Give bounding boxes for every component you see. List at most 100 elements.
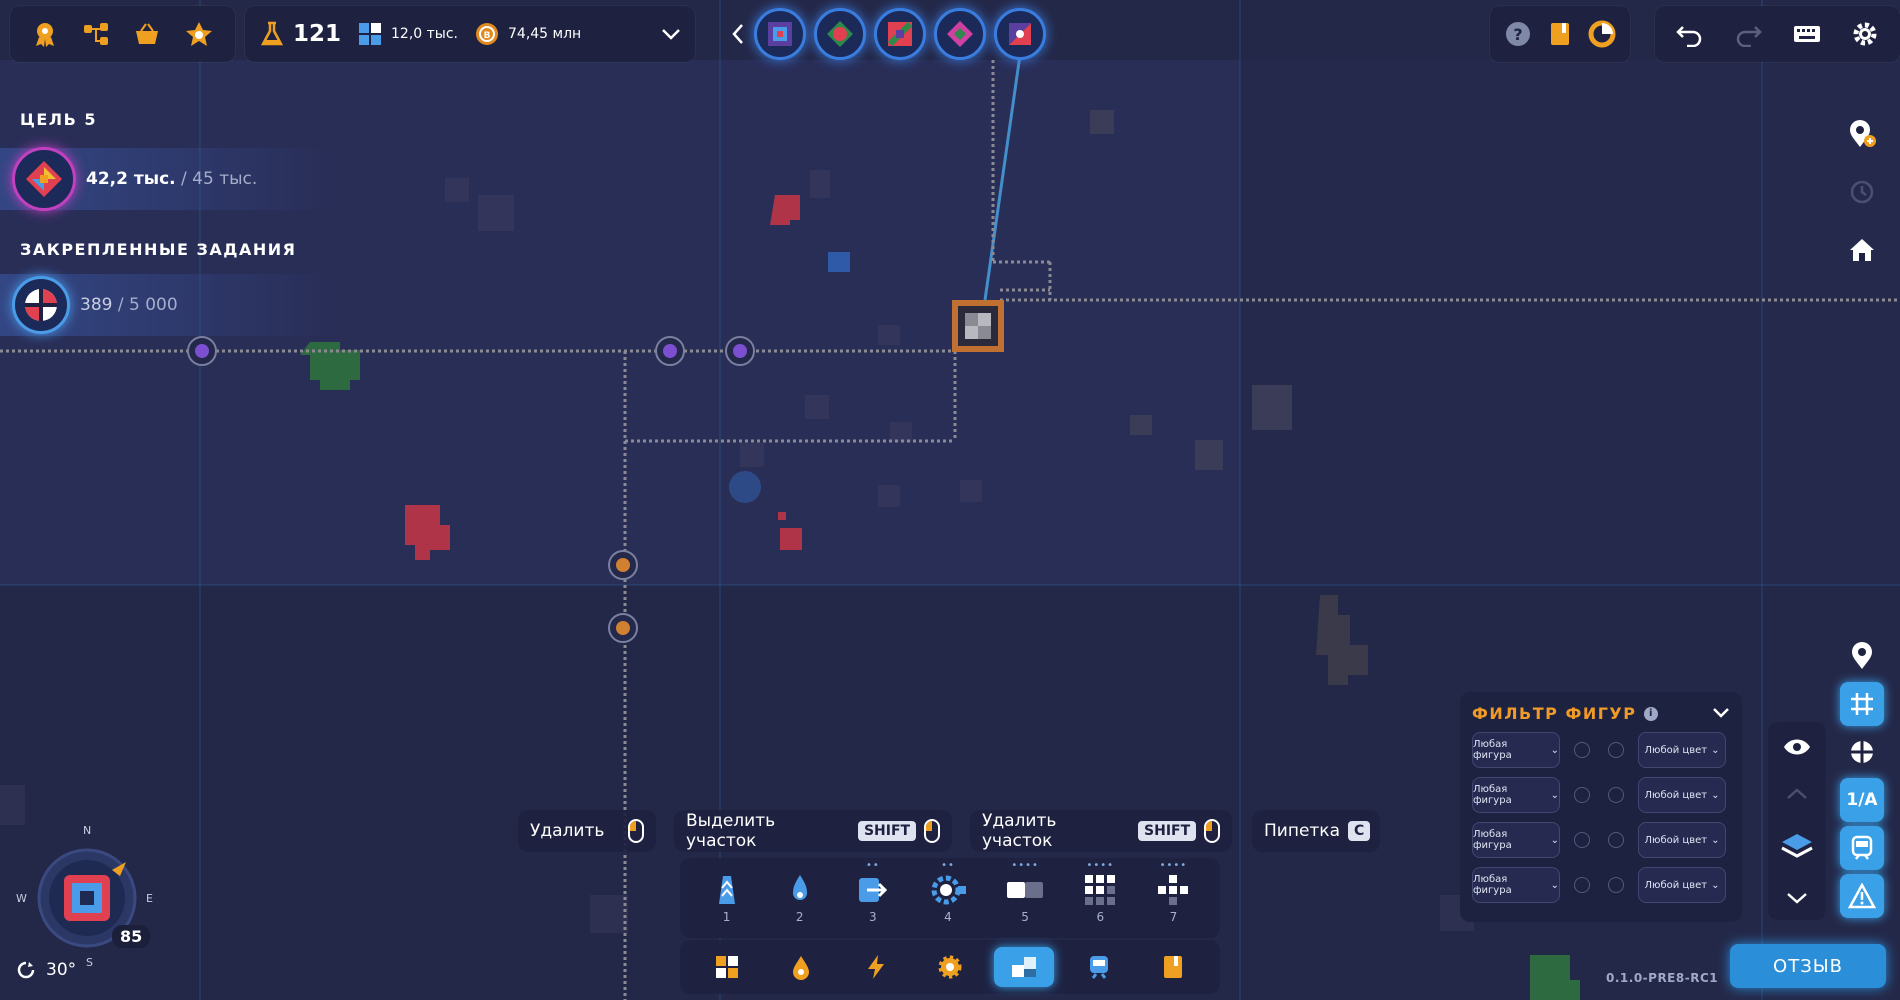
filter-radio[interactable]	[1608, 787, 1624, 803]
grid-toggle-icon[interactable]	[1840, 682, 1884, 726]
layer-1a-button[interactable]: 1/A	[1840, 778, 1884, 822]
color-select[interactable]: Любой цвет ⌄	[1638, 867, 1726, 903]
color-select[interactable]: Любой цвет ⌄	[1638, 777, 1726, 813]
filter-radio[interactable]	[1574, 832, 1590, 848]
shape-select[interactable]: Любая фигура ⌄	[1472, 732, 1560, 768]
filter-row-4: Любая фигура ⌄ Любой цвет ⌄	[1472, 867, 1730, 903]
shape-badge-4[interactable]	[934, 8, 986, 60]
hint-pipette-label: Пипетка	[1264, 821, 1340, 841]
blueprint-book-icon	[1163, 956, 1182, 978]
pinned-progress: 389 / 5 000	[80, 295, 178, 315]
compass-north: N	[83, 824, 92, 837]
hint-select-area: Выделить участок SHIFT	[674, 810, 952, 852]
color-select-value: Любой цвет	[1644, 879, 1708, 891]
tool-tunnel[interactable]: •• 3	[855, 860, 891, 924]
tool-extractor[interactable]: 2	[782, 872, 818, 924]
mouse-right-icon	[628, 819, 644, 843]
color-select[interactable]: Любой цвет ⌄	[1638, 822, 1726, 858]
shape-badge-1[interactable]	[754, 8, 806, 60]
add-marker-icon[interactable]	[1840, 112, 1884, 156]
tool-number: 1	[722, 910, 731, 924]
color-select[interactable]: Любой цвет ⌄	[1638, 732, 1726, 768]
layer-up-chevron-icon[interactable]	[1785, 787, 1809, 801]
filter-radio[interactable]	[1608, 742, 1624, 758]
expand-stats-chevron-icon[interactable]	[661, 27, 681, 41]
tool-number: 4	[944, 910, 952, 924]
category-fluids[interactable]	[771, 947, 831, 987]
rotate-camera-icon	[16, 960, 36, 980]
train-icon[interactable]	[1840, 826, 1884, 870]
shape-badge-3[interactable]	[874, 8, 926, 60]
stats-pie-icon[interactable]	[1588, 20, 1616, 48]
coin-icon: B	[474, 21, 500, 47]
filter-radio[interactable]	[1608, 832, 1624, 848]
tool-rotator[interactable]: •• 4	[928, 860, 968, 924]
category-blueprints[interactable]	[1143, 947, 1203, 987]
shapes-stat: 12,0 тыс.	[357, 21, 458, 47]
shape-select-value: Любая фигура	[1473, 829, 1512, 851]
filter-title: ФИЛЬТР ФИГУР	[1472, 704, 1637, 723]
tool-number: 2	[795, 910, 804, 924]
category-shapes[interactable]	[697, 947, 757, 987]
layer-toggles-col: 1/A	[1840, 634, 1884, 918]
home-icon[interactable]	[1840, 228, 1884, 272]
category-buildings[interactable]	[994, 947, 1055, 987]
visibility-eye-icon[interactable]	[1782, 737, 1812, 757]
filter-collapse-chevron-icon[interactable]	[1712, 704, 1730, 723]
help-icon[interactable]: ?	[1504, 20, 1532, 48]
category-wires[interactable]	[920, 947, 980, 987]
info-icon[interactable]: i	[1644, 706, 1659, 721]
keyboard-icon[interactable]	[1792, 23, 1822, 45]
layers-icon[interactable]	[1780, 831, 1814, 861]
currency-value: 74,45 млн	[508, 26, 582, 42]
warning-icon[interactable]	[1840, 874, 1884, 918]
pinned-task-row[interactable]: 389 / 5 000	[0, 274, 330, 336]
redo-icon[interactable]	[1733, 21, 1763, 47]
shape-badge-2[interactable]	[814, 8, 866, 60]
tool-number: 5	[1021, 910, 1029, 924]
shape-select[interactable]: Любая фигура ⌄	[1472, 777, 1560, 813]
history-icon[interactable]	[1840, 170, 1884, 214]
undo-icon[interactable]	[1675, 21, 1705, 47]
filter-radio[interactable]	[1574, 787, 1590, 803]
settings-gear-icon[interactable]	[1850, 19, 1880, 49]
goal-total: / 45 тыс.	[181, 169, 258, 189]
category-toolbar	[680, 940, 1220, 994]
delivered-shapes-bar	[730, 6, 1046, 62]
shift-key: SHIFT	[857, 821, 917, 841]
camera-angle-value: 30°	[46, 960, 77, 980]
shape-select-value: Любая фигура	[1473, 784, 1512, 806]
dropdown-chevron-icon: ⌄	[1550, 834, 1559, 846]
category-energy[interactable]	[846, 947, 906, 987]
filter-header[interactable]: ФИЛЬТР ФИГУР i	[1472, 704, 1730, 723]
filter-radio[interactable]	[1608, 877, 1624, 893]
shape-badge-5[interactable]	[994, 8, 1046, 60]
tool-belt[interactable]: 1	[709, 872, 745, 924]
research-tree-icon[interactable]	[81, 20, 111, 48]
milestones-star-icon[interactable]	[184, 20, 214, 48]
camera-angle[interactable]: 30°	[16, 960, 76, 980]
shape-view-icon[interactable]	[1840, 730, 1884, 774]
shape-category-icon	[716, 956, 739, 978]
tunnel-icon	[858, 878, 887, 902]
collapse-left-chevron-icon[interactable]	[730, 23, 746, 45]
wiki-book-icon[interactable]	[1548, 20, 1572, 48]
filter-radio[interactable]	[1574, 877, 1590, 893]
feedback-button[interactable]: ОТЗЫВ	[1730, 944, 1886, 988]
pinned-current: 389	[80, 295, 113, 315]
shape-select[interactable]: Любая фигура ⌄	[1472, 867, 1560, 903]
category-trains[interactable]	[1069, 947, 1129, 987]
map-pin-icon[interactable]	[1840, 634, 1884, 678]
tool-painter[interactable]: •••• 7	[1155, 860, 1191, 924]
tool-cutter[interactable]: •••• 5	[1005, 860, 1045, 924]
tool-stacker[interactable]: •••• 6	[1082, 860, 1118, 924]
dropdown-chevron-icon: ⌄	[1711, 879, 1720, 891]
shop-basket-icon[interactable]	[132, 20, 162, 48]
achievements-icon[interactable]	[31, 20, 59, 48]
shape-select[interactable]: Любая фигура ⌄	[1472, 822, 1560, 858]
goal-row[interactable]: 42,2 тыс. / 45 тыс.	[0, 147, 330, 211]
filter-radio[interactable]	[1574, 742, 1590, 758]
variant-dots: ••••	[1159, 860, 1188, 871]
layer-down-chevron-icon[interactable]	[1785, 891, 1809, 905]
variant-dots: ••••	[1086, 860, 1115, 871]
